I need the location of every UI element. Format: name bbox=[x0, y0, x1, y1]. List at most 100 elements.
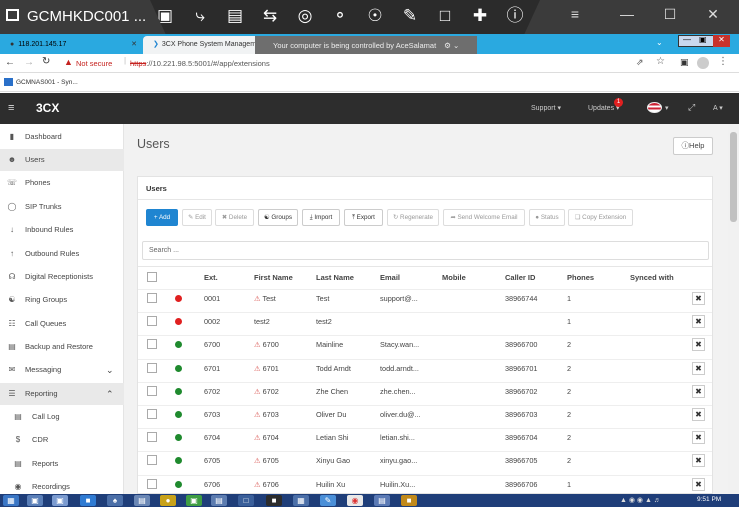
send-welcome-email-button[interactable]: ➦ Send Welcome Email bbox=[443, 209, 525, 226]
chat-icon[interactable]: □ bbox=[433, 5, 457, 27]
table-row[interactable] bbox=[138, 312, 712, 335]
help-button[interactable]: ⓘHelp bbox=[673, 137, 713, 155]
taskbar-app-icon[interactable]: □ bbox=[238, 495, 254, 506]
profile-avatar[interactable] bbox=[697, 57, 709, 69]
sidebar-item-dashboard[interactable]: ▮ Dashboard bbox=[0, 126, 124, 148]
reload-icon[interactable]: ↻ bbox=[42, 56, 50, 67]
table-row[interactable] bbox=[138, 428, 712, 451]
bookmark-star-icon[interactable]: ☆ bbox=[656, 56, 665, 67]
hamburger-icon[interactable]: ≡ bbox=[8, 102, 14, 114]
monitor-icon[interactable]: ▣ bbox=[153, 5, 177, 27]
sidepanel-icon[interactable]: ▣ bbox=[680, 57, 689, 68]
swap-icon[interactable]: ⇆ bbox=[258, 5, 282, 27]
chrome-icon[interactable]: ◉ bbox=[347, 495, 363, 506]
sidebar-item-outbound-rules[interactable]: ↑ Outbound Rules bbox=[0, 243, 124, 265]
warning-icon[interactable]: ▲ bbox=[64, 57, 73, 67]
sidebar-item-call-log[interactable]: ▤ Call Log bbox=[0, 406, 124, 428]
camera-icon[interactable]: ◎ bbox=[293, 5, 317, 27]
menu-icon[interactable]: ≡ bbox=[560, 6, 590, 22]
tab-list-chevron-icon[interactable]: ⌄ bbox=[656, 38, 663, 47]
row-delete-button[interactable]: ✖ bbox=[692, 385, 705, 398]
row-checkbox[interactable] bbox=[147, 409, 157, 419]
row-delete-button[interactable]: ✖ bbox=[692, 338, 705, 351]
column-header-caller-id[interactable]: Caller ID bbox=[505, 273, 535, 282]
plus-icon[interactable]: ✚ bbox=[468, 5, 492, 27]
bookmark-item[interactable]: GCMNAS001 - Syn... bbox=[16, 79, 78, 86]
taskbar-app-icon[interactable]: ■ bbox=[266, 495, 282, 506]
3cx-logo[interactable]: 3CX bbox=[36, 101, 59, 115]
mic-icon[interactable]: ⚬ bbox=[328, 5, 352, 27]
tab-3cx[interactable]: ❯ 3CX Phone System Managem... bbox=[143, 36, 273, 54]
taskbar-app-icon[interactable]: ▣ bbox=[27, 495, 43, 506]
row-delete-button[interactable]: ✖ bbox=[692, 431, 705, 444]
status-button[interactable]: ● Status bbox=[529, 209, 565, 226]
forward-icon[interactable]: → bbox=[24, 57, 34, 68]
sidebar-item-messaging[interactable]: ✉ Messaging ⌄ bbox=[0, 359, 124, 381]
taskbar-app-icon[interactable]: ▤ bbox=[134, 495, 150, 506]
sidebar-item-phones[interactable]: ☏ Phones bbox=[0, 172, 124, 194]
us-flag-icon[interactable] bbox=[647, 102, 662, 113]
sidebar-item-reports[interactable]: ▤ Reports bbox=[0, 453, 124, 475]
sidebar-item-backup-restore[interactable]: ▤ Backup and Restore bbox=[0, 336, 124, 358]
user-menu[interactable]: A ▾ bbox=[713, 104, 723, 112]
remote-session-title[interactable]: GCMHKDC001 ... bbox=[27, 8, 146, 25]
row-delete-button[interactable]: ✖ bbox=[692, 292, 705, 305]
browser-minimize-icon[interactable]: — bbox=[683, 35, 691, 44]
taskbar-app-icon[interactable]: ▣ bbox=[186, 495, 202, 506]
url-field[interactable]: https://10.221.98.5:5001/#/app/extension… bbox=[130, 59, 270, 68]
clock[interactable]: 9:51 PM bbox=[697, 496, 721, 503]
table-row[interactable] bbox=[138, 335, 712, 358]
browser-window-controls[interactable]: — ▣ ✕ bbox=[678, 35, 730, 47]
taskbar-app-icon[interactable]: ■ bbox=[401, 495, 417, 506]
start-button-icon[interactable]: ▦ bbox=[3, 495, 19, 506]
export-button[interactable]: ⤒ Export bbox=[344, 209, 383, 226]
tray-icons[interactable]: ▲ ◉ ◉ ▲ ♬ bbox=[620, 496, 661, 504]
row-checkbox[interactable] bbox=[147, 363, 157, 373]
groups-button[interactable]: ☯ Groups bbox=[258, 209, 298, 226]
row-checkbox[interactable] bbox=[147, 316, 157, 326]
sidebar-item-users[interactable]: ☻ Users bbox=[0, 149, 124, 171]
browser-restore-icon[interactable]: ▣ bbox=[699, 35, 707, 44]
taskbar-app-icon[interactable]: ■ bbox=[80, 495, 96, 506]
page-scrollbar[interactable] bbox=[728, 124, 739, 494]
row-checkbox[interactable] bbox=[147, 432, 157, 442]
taskbar-app-icon[interactable]: ♠ bbox=[107, 495, 123, 506]
row-delete-button[interactable]: ✖ bbox=[692, 408, 705, 421]
select-all-checkbox[interactable] bbox=[147, 272, 157, 282]
support-menu[interactable]: Support ▾ bbox=[531, 104, 561, 112]
row-checkbox[interactable] bbox=[147, 386, 157, 396]
row-delete-button[interactable]: ✖ bbox=[692, 478, 705, 491]
row-checkbox[interactable] bbox=[147, 455, 157, 465]
sidebar-item-ring-groups[interactable]: ☯ Ring Groups bbox=[0, 289, 124, 311]
sidebar-item-sip-trunks[interactable]: ◯ SIP Trunks bbox=[0, 196, 124, 218]
table-row[interactable] bbox=[138, 359, 712, 382]
taskbar-app-icon[interactable]: ▤ bbox=[374, 495, 390, 506]
info-icon[interactable]: ⓘ bbox=[503, 5, 527, 27]
import-button[interactable]: ⤓ Import bbox=[302, 209, 340, 226]
window-icon[interactable] bbox=[6, 9, 19, 21]
row-delete-button[interactable]: ✖ bbox=[692, 315, 705, 328]
tab-remote-ip[interactable]: ● 118.201.145.17 ✕ bbox=[0, 36, 143, 54]
taskbar-app-icon[interactable]: ▦ bbox=[293, 495, 309, 506]
row-checkbox[interactable] bbox=[147, 479, 157, 489]
column-header-email[interactable]: Email bbox=[380, 273, 400, 282]
edit-button[interactable]: ✎ Edit bbox=[182, 209, 212, 226]
table-row[interactable] bbox=[138, 451, 712, 474]
browser-close-icon[interactable]: ✕ bbox=[713, 35, 730, 47]
table-row[interactable] bbox=[138, 405, 712, 428]
sidebar-item-cdr[interactable]: $ CDR bbox=[0, 429, 124, 451]
scrollbar-thumb[interactable] bbox=[730, 132, 737, 222]
table-row[interactable] bbox=[138, 382, 712, 405]
column-header-mobile[interactable]: Mobile bbox=[442, 273, 466, 282]
sidebar-item-inbound-rules[interactable]: ↓ Inbound Rules bbox=[0, 219, 124, 241]
fullscreen-icon[interactable]: ⤢ bbox=[688, 102, 695, 113]
taskbar-app-icon[interactable]: ▣ bbox=[52, 495, 68, 506]
share-icon[interactable]: ⇗ bbox=[636, 57, 644, 68]
taskbar-app-icon[interactable]: ● bbox=[160, 495, 176, 506]
search-input[interactable]: Search ... bbox=[142, 241, 709, 260]
taskbar-app-icon[interactable]: ✎ bbox=[320, 495, 336, 506]
tab-close-icon[interactable]: ✕ bbox=[131, 36, 137, 54]
back-icon[interactable]: ← bbox=[5, 57, 15, 68]
close-icon[interactable]: ✕ bbox=[698, 6, 728, 23]
delete-button[interactable]: ✖ Delete bbox=[215, 209, 254, 226]
